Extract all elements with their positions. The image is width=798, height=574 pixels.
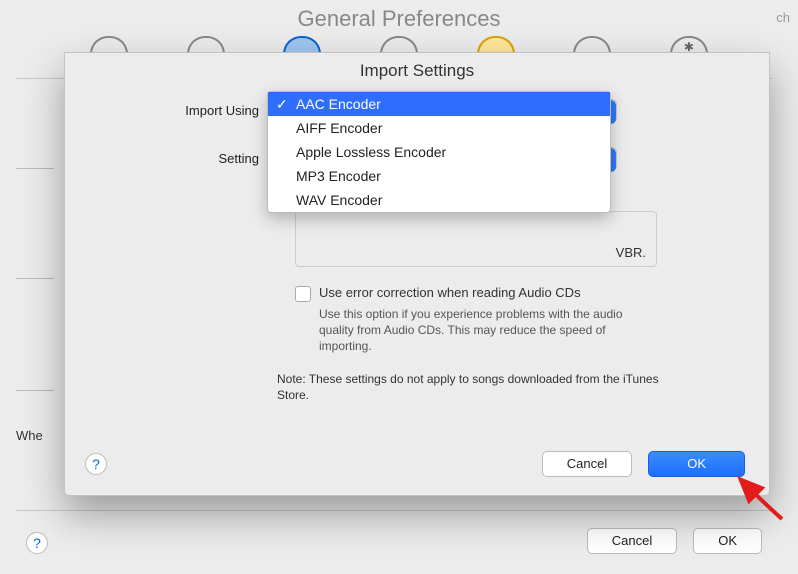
ok-button[interactable]: OK <box>693 528 762 554</box>
dropdown-item-wav[interactable]: WAV Encoder <box>268 188 610 212</box>
dropdown-item-aac[interactable]: AAC Encoder <box>268 92 610 116</box>
import-using-label: Import Using <box>65 99 267 118</box>
cancel-button[interactable]: Cancel <box>587 528 677 554</box>
dialog-title: Import Settings <box>65 53 769 91</box>
error-correction-checkbox[interactable] <box>295 286 311 302</box>
import-using-dropdown[interactable]: AAC Encoder AIFF Encoder Apple Lossless … <box>267 91 611 213</box>
dropdown-item-mp3[interactable]: MP3 Encoder <box>268 164 610 188</box>
separator <box>16 510 772 511</box>
dropdown-item-aiff[interactable]: AIFF Encoder <box>268 116 610 140</box>
encoding-details-well: VBR. <box>295 211 657 267</box>
error-correction-label: Use error correction when reading Audio … <box>319 285 581 300</box>
back-label-fragment: Whe <box>16 428 43 443</box>
setting-label: Setting <box>65 147 267 166</box>
help-button[interactable]: ? <box>26 532 48 554</box>
error-correction-hint: Use this option if you experience proble… <box>295 306 657 355</box>
itunes-store-note: Note: These settings do not apply to son… <box>277 371 677 403</box>
vbr-text: VBR. <box>616 245 646 260</box>
ok-button[interactable]: OK <box>648 451 745 477</box>
search-field-fragment[interactable]: ch <box>776 10 790 25</box>
cancel-button[interactable]: Cancel <box>542 451 632 477</box>
general-preferences-title: General Preferences <box>0 0 798 32</box>
help-button[interactable]: ? <box>85 453 107 475</box>
dropdown-item-lossless[interactable]: Apple Lossless Encoder <box>268 140 610 164</box>
